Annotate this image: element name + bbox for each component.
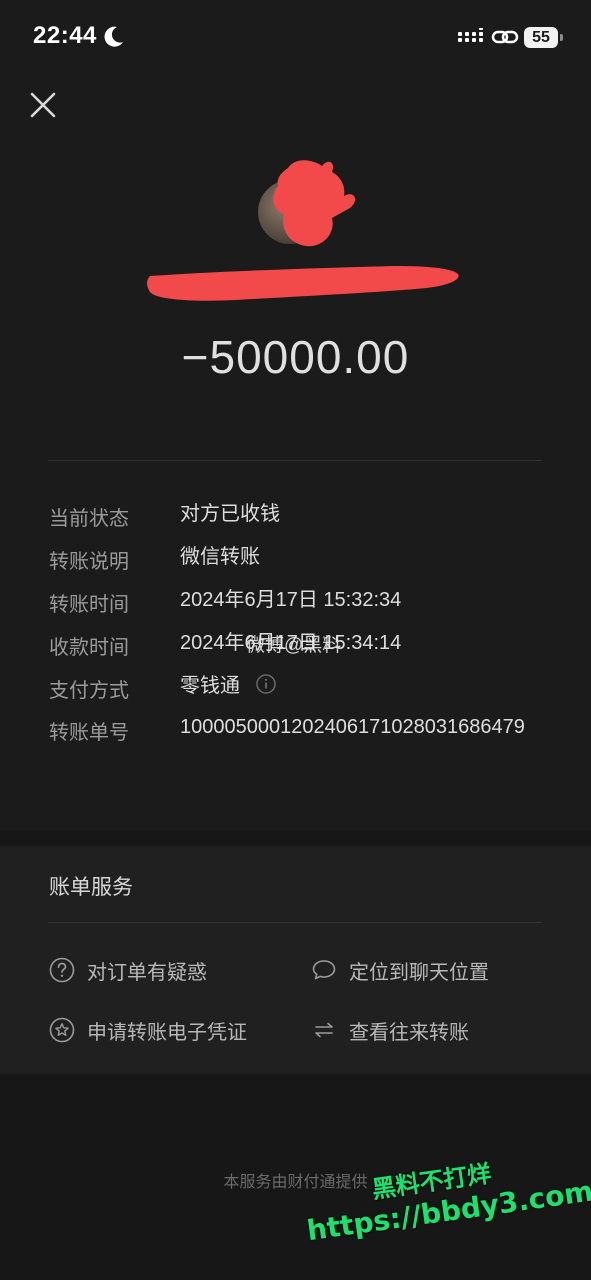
section-gap [0, 831, 591, 846]
link-icon [491, 30, 519, 44]
battery-indicator: 55 [524, 27, 558, 48]
detail-value-payment-method: 零钱通 [180, 675, 240, 697]
order-question-button[interactable]: 对订单有疑惑 [49, 955, 207, 985]
battery-tip [560, 34, 563, 41]
detail-label-payment-method: 支付方式 [49, 680, 129, 702]
detail-label-receive-time: 收款时间 [49, 637, 129, 659]
divider [48, 922, 542, 923]
star-badge-icon [49, 1017, 75, 1043]
redaction-mark [147, 266, 459, 301]
transfer-history-label: 查看往来转账 [349, 1021, 469, 1044]
detail-label-note: 转账说明 [49, 551, 129, 573]
locate-chat-label: 定位到聊天位置 [349, 961, 489, 984]
detail-value-note: 微信转账 [180, 546, 260, 568]
locate-chat-button[interactable]: 定位到聊天位置 [311, 955, 489, 985]
transfer-amount: −50000.00 [181, 331, 410, 383]
status-bar: 22:44 55 [0, 0, 591, 75]
question-circle-icon [49, 957, 75, 983]
detail-value-status: 对方已收钱 [180, 503, 280, 525]
close-button[interactable] [27, 89, 59, 121]
info-icon[interactable] [256, 674, 276, 694]
bill-services-title: 账单服务 [49, 876, 133, 899]
e-voucher-button[interactable]: 申请转账电子凭证 [49, 1015, 247, 1045]
divider [48, 460, 542, 461]
transfer-detail-page: 22:44 55 转账 −50000.00 [0, 0, 591, 1280]
transfer-history-button[interactable]: 查看往来转账 [311, 1015, 469, 1045]
redaction-mark [273, 160, 356, 247]
detail-label-transfer-time: 转账时间 [49, 594, 129, 616]
signal-icon [458, 28, 483, 42]
detail-label-order-number: 转账单号 [49, 722, 129, 744]
moon-icon [104, 26, 123, 47]
chat-bubble-icon [312, 960, 336, 980]
swap-arrows-icon [315, 1022, 333, 1038]
detail-label-status: 当前状态 [49, 508, 129, 530]
order-question-label: 对订单有疑惑 [87, 961, 207, 984]
status-time: 22:44 [33, 22, 97, 49]
detail-value-transfer-time: 2024年6月17日 15:32:34 [180, 589, 402, 611]
watermark: 微博@黑料 [246, 635, 342, 656]
detail-value-order-number: 1000050001202406171028031686479 [180, 716, 525, 738]
e-voucher-label: 申请转账电子凭证 [87, 1021, 247, 1044]
